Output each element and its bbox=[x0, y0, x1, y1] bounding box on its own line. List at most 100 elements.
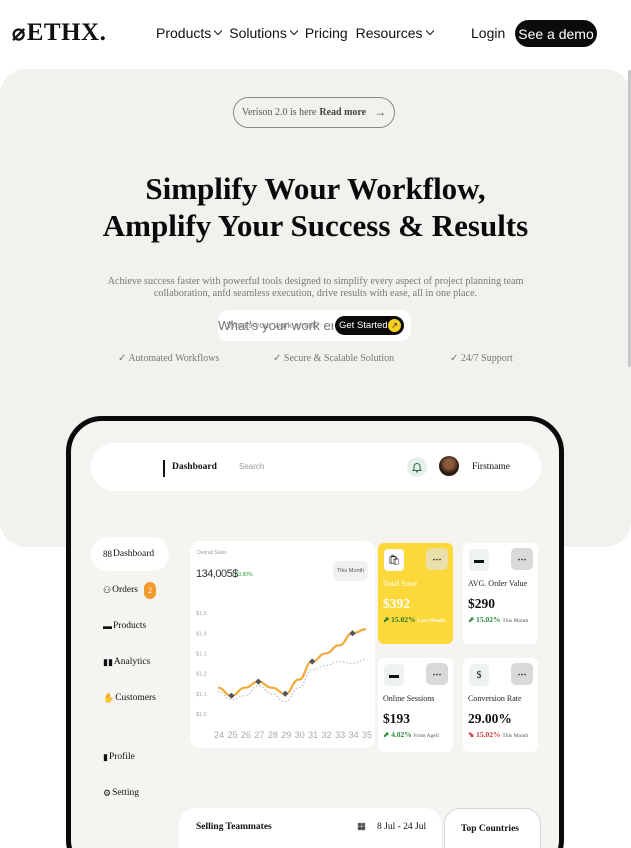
wallet-icon: ▬ bbox=[469, 549, 489, 571]
login-link[interactable]: Login bbox=[471, 25, 505, 41]
get-started-label: Get Started bbox=[339, 320, 388, 331]
card-title: Selling Teammates bbox=[196, 822, 272, 832]
x-tick-label: 26 bbox=[241, 730, 251, 740]
data-point-marker bbox=[282, 690, 289, 697]
selling-teammates-card: Selling Teammates ▦ 8 Jul - 24 Jul bbox=[179, 808, 441, 848]
menu-item-pricing[interactable]: Pricing bbox=[305, 25, 348, 41]
sidebar-item-orders[interactable]: ⚇ Orders 2 bbox=[91, 573, 169, 607]
sales-line-chart: $1.5 $1.4 $1.3 $1.2 $1.1 $1.0 24 25 26 27 28 29 30 31… bbox=[196, 611, 372, 740]
analytics-icon: ▮▮ bbox=[103, 656, 113, 667]
trend-value: 15.02% bbox=[476, 730, 501, 739]
brand-logo[interactable]: ⌀ ETHX. bbox=[12, 19, 106, 47]
grid-icon: 88 bbox=[103, 549, 112, 559]
arrow-up-right-icon: ↗ bbox=[388, 319, 401, 332]
logo-mark-icon: ⌀ bbox=[12, 20, 26, 45]
divider bbox=[163, 460, 165, 477]
menu-label: Pricing bbox=[304, 25, 348, 41]
email-placeholder: What's your work email? bbox=[227, 320, 320, 330]
dashboard-topbar: Dashboard Search Firstname bbox=[91, 443, 541, 491]
x-tick-label: 31 bbox=[308, 730, 318, 740]
sidebar-item-profile[interactable]: ▮ Profile bbox=[91, 740, 169, 774]
sidebar-item-setting[interactable]: ⚙ Setting bbox=[91, 776, 169, 810]
y-tick-label: $1.2 bbox=[196, 672, 207, 678]
search-input[interactable]: Search bbox=[239, 462, 264, 471]
products-icon: ▬ bbox=[103, 621, 112, 631]
sales-chart-card: Overall Sales 134,005$ ↗ 13.80% This Mon… bbox=[190, 541, 375, 748]
trend-period: Last Month bbox=[417, 618, 446, 624]
menu-label: Products bbox=[156, 25, 212, 41]
user-name[interactable]: Firstname bbox=[472, 462, 510, 472]
avatar[interactable] bbox=[439, 456, 459, 476]
y-tick-label: $1.3 bbox=[196, 651, 207, 657]
sidebar-item-analytics[interactable]: ▮▮ Analytics bbox=[91, 645, 169, 679]
sidebar-item-products[interactable]: ▬ Products bbox=[91, 609, 169, 643]
date-range[interactable]: 8 Jul - 24 Jul bbox=[377, 822, 426, 832]
x-tick-label: 29 bbox=[281, 730, 291, 740]
x-tick-label: 32 bbox=[322, 730, 332, 740]
sidebar-item-customers[interactable]: ✋ Customers bbox=[91, 681, 169, 715]
card-value: 29.00% bbox=[468, 711, 512, 726]
stat-card-avg-order: ▬ ⋯ AVG. Order Value $290 ⬈ 15.02% This … bbox=[463, 543, 538, 644]
trend-up-icon: ⬈ bbox=[383, 730, 392, 739]
sidebar-item-dashboard[interactable]: 88 Dashboard bbox=[91, 537, 169, 571]
orders-icon: ⚇ bbox=[103, 584, 112, 595]
see-demo-button[interactable]: See a demo bbox=[515, 20, 597, 47]
card-title: Total Save bbox=[383, 579, 417, 588]
top-nav: ⌀ ETHX. Products Solutions Pricing Resou… bbox=[0, 0, 631, 68]
trend-period: From Agell bbox=[413, 733, 439, 739]
sidebar-item-label: Orders bbox=[112, 585, 138, 595]
sidebar-item-label: Dashboard bbox=[113, 549, 155, 559]
feature-support: ✓ 24/7 Support bbox=[450, 353, 513, 364]
headline-line-2: Amplify Your Success & Results bbox=[102, 208, 529, 243]
trend-value: 15.02% bbox=[476, 615, 501, 624]
monitor-icon: ▬ bbox=[384, 664, 404, 686]
card-title: Top Countries bbox=[461, 824, 519, 834]
y-tick-label: $1.4 bbox=[196, 631, 207, 637]
trend-period: This Month bbox=[502, 618, 529, 624]
calendar-icon[interactable]: ▦ bbox=[357, 821, 366, 832]
sidebar-item-label: Setting bbox=[112, 788, 139, 798]
data-point-marker bbox=[228, 692, 235, 699]
card-trend: ⬈ 15.02% This Month bbox=[468, 615, 538, 626]
sidebar-item-label: Products bbox=[113, 621, 147, 631]
more-options-button[interactable]: ⋯ bbox=[511, 663, 533, 685]
email-signup-form: What's your work email? Get Started ↗ bbox=[218, 310, 411, 341]
bell-icon[interactable] bbox=[407, 457, 427, 477]
shopping-bag-icon: 🛍 bbox=[384, 549, 404, 571]
menu-label: Solutions bbox=[229, 25, 287, 41]
y-tick-label: $1.5 bbox=[196, 611, 207, 617]
x-tick-label: 35 bbox=[362, 730, 372, 740]
card-title: Conversion Rate bbox=[468, 694, 522, 703]
x-tick-label: 30 bbox=[295, 730, 305, 740]
card-title: AVG. Order Value bbox=[468, 579, 528, 588]
menu-item-solutions[interactable]: Solutions bbox=[229, 25, 299, 41]
badge-read-more: Read more bbox=[319, 107, 367, 118]
orders-count-badge: 2 bbox=[143, 581, 156, 599]
dashboard-mockup: Dashboard Search Firstname 88 Dashboard ⚇… bbox=[66, 416, 564, 848]
card-trend: ⬈ 4.02% From Agell bbox=[383, 730, 453, 741]
card-trend: ⬊ 15.02% This Month bbox=[468, 730, 538, 741]
version-badge[interactable]: Verison 2.0 is here Read more → bbox=[233, 97, 395, 128]
dollar-icon: $ bbox=[469, 664, 489, 686]
series-line-secondary bbox=[217, 658, 367, 703]
feature-automated: ✓ Automated Workflows bbox=[118, 353, 220, 364]
y-tick-label: $1.1 bbox=[196, 692, 207, 698]
menu-item-products[interactable]: Products bbox=[156, 25, 223, 41]
card-trend: ⬈ 15.02% Last Month bbox=[383, 615, 453, 626]
data-point-marker bbox=[349, 630, 356, 637]
sidebar-item-label: Profile bbox=[108, 752, 135, 762]
menu-item-resources[interactable]: Resources bbox=[356, 25, 434, 41]
main-menu: Products Solutions Pricing Resources bbox=[156, 25, 441, 41]
sidebar-item-label: Analytics bbox=[113, 657, 151, 667]
headline-line-1: Simplify Wour Workflow, bbox=[145, 171, 486, 206]
chevron-down-icon bbox=[425, 26, 434, 36]
more-options-button[interactable]: ⋯ bbox=[511, 548, 533, 570]
x-tick-label: 33 bbox=[335, 730, 345, 740]
stat-card-conversion: $ ⋯ Conversion Rate 29.00% ⬊ 15.02% This… bbox=[463, 658, 538, 752]
more-options-button[interactable]: ⋯ bbox=[426, 663, 448, 685]
more-options-button[interactable]: ⋯ bbox=[426, 548, 448, 570]
x-tick-label: 28 bbox=[268, 730, 278, 740]
sidebar-item-label: Customers bbox=[115, 693, 156, 703]
y-tick-label: $1.0 bbox=[196, 712, 207, 718]
get-started-button[interactable]: Get Started ↗ bbox=[335, 316, 404, 335]
